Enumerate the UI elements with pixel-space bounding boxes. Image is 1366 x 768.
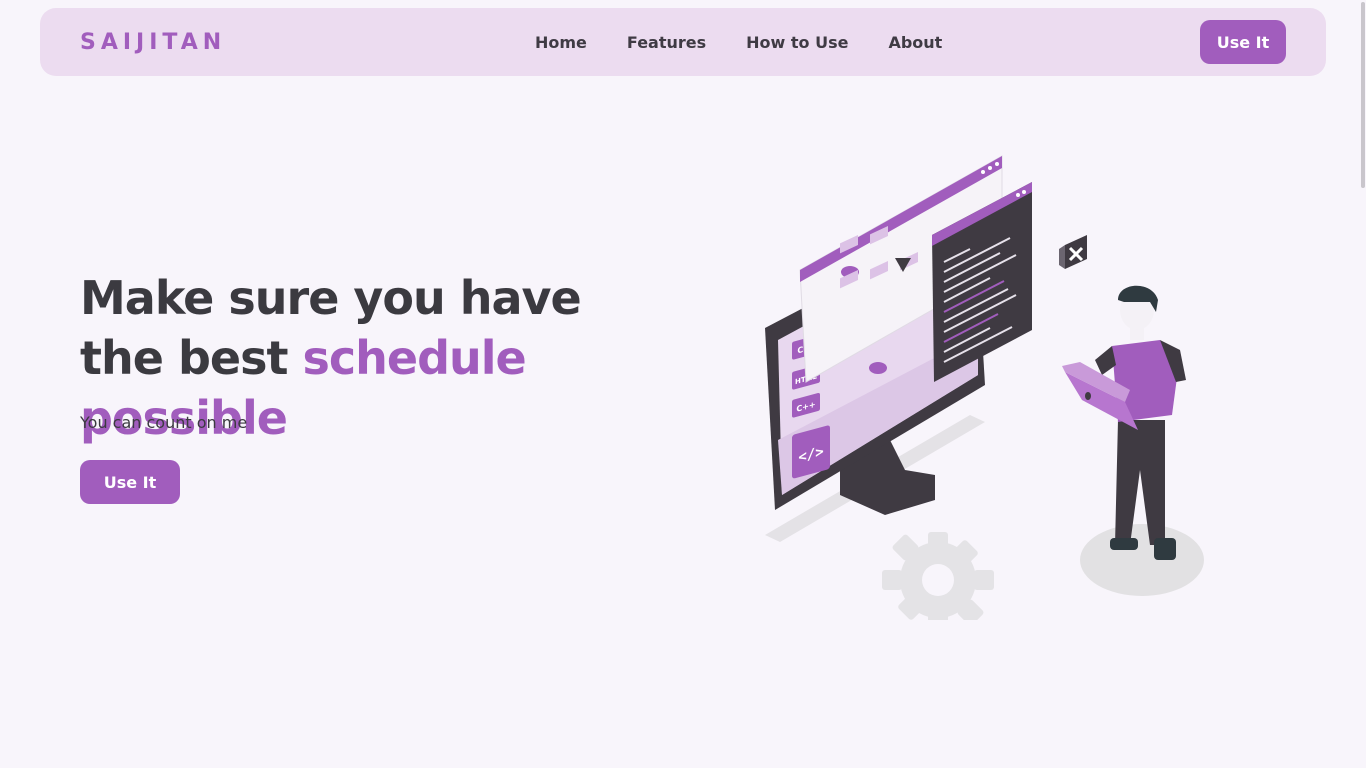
hero-use-it-button[interactable]: Use It (80, 460, 180, 504)
nav-link-how-to-use[interactable]: How to Use (746, 33, 848, 52)
nav-link-home[interactable]: Home (535, 33, 587, 52)
nav-use-it-button[interactable]: Use It (1200, 20, 1286, 64)
close-icon (1059, 235, 1087, 269)
nav-link-features[interactable]: Features (627, 33, 706, 52)
nav-links: Home Features How to Use About (535, 8, 942, 76)
person-shadow (1080, 524, 1204, 596)
hero-illustration: CSS HTML C++ </> (765, 155, 1204, 620)
navbar: SAIJITAN Home Features How to Use About … (40, 8, 1326, 76)
hero-subtitle: You can count on me (80, 413, 248, 432)
logo[interactable]: SAIJITAN (80, 30, 226, 55)
scrollbar[interactable] (1360, 0, 1366, 768)
scrollbar-thumb[interactable] (1361, 2, 1365, 188)
laptop-person-icon (1062, 285, 1186, 560)
gear-icon (882, 532, 994, 620)
nav-link-about[interactable]: About (888, 33, 942, 52)
